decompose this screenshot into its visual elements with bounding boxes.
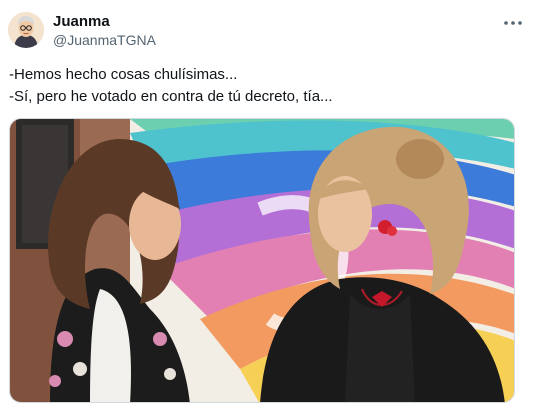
- more-horizontal-icon: [504, 21, 522, 25]
- tweet-media-photo[interactable]: [9, 118, 515, 403]
- cartoon-portrait-avatar-icon: [8, 12, 44, 48]
- more-options-button[interactable]: [501, 14, 525, 32]
- tweet-card: Juanma @JuanmaTGNA -Hemos hecho cosas ch…: [0, 0, 545, 410]
- author-avatar[interactable]: [8, 12, 44, 48]
- tweet-text-line: -Hemos hecho cosas chulísimas...: [9, 66, 238, 83]
- tweet-text: -Hemos hecho cosas chulísimas... -Sí, pe…: [9, 64, 533, 108]
- author-display-name[interactable]: Juanma: [53, 13, 110, 31]
- tweet-text-line: -Sí, pero he votado en contra de tú decr…: [9, 88, 333, 105]
- author-handle[interactable]: @JuanmaTGNA: [53, 32, 156, 49]
- photo-two-women-rainbow-background-icon: [10, 119, 514, 402]
